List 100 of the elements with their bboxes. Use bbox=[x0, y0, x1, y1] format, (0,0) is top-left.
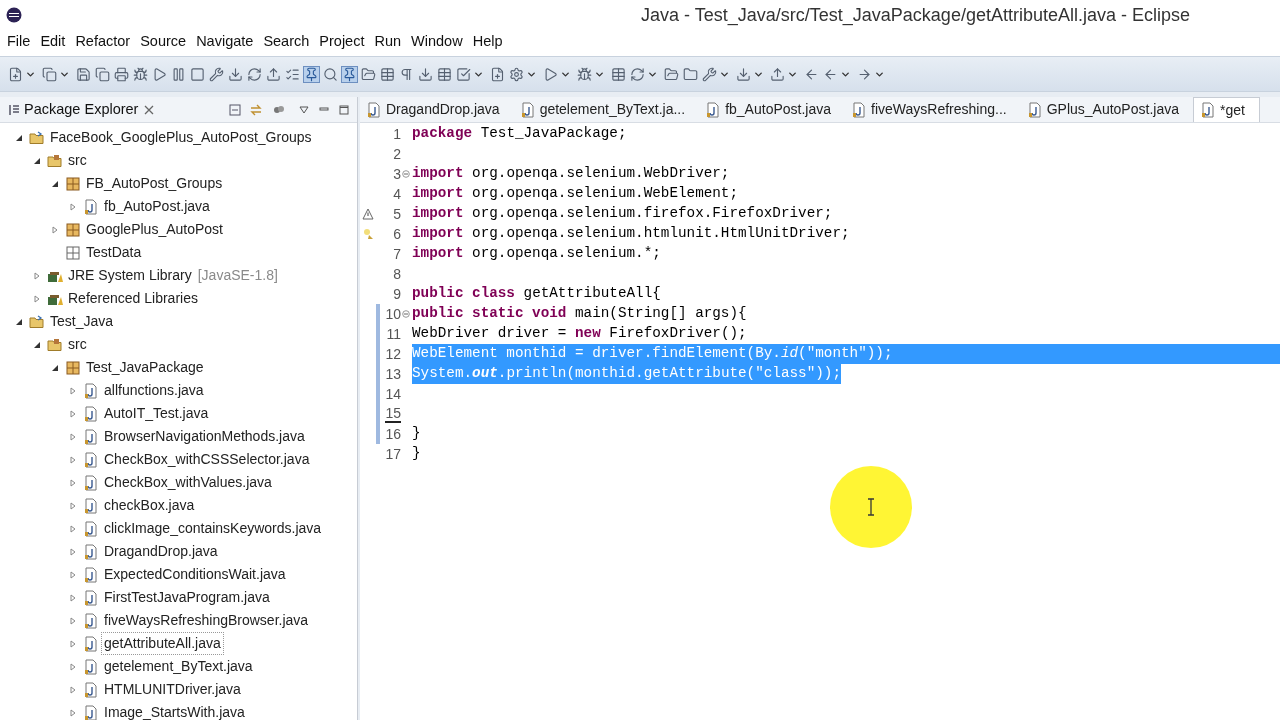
pause-icon[interactable] bbox=[171, 66, 186, 82]
collapsed-arrow-icon[interactable] bbox=[69, 639, 77, 648]
collapsed-arrow-icon[interactable] bbox=[69, 386, 77, 395]
menu-item[interactable]: Project bbox=[314, 31, 370, 53]
copy-icon[interactable] bbox=[95, 66, 110, 82]
menu-item[interactable]: Search bbox=[258, 31, 315, 53]
editor-tab[interactable]: DragandDrop.java bbox=[360, 97, 514, 122]
collapse-all-icon[interactable] bbox=[229, 103, 241, 116]
grid-icon[interactable] bbox=[611, 66, 626, 82]
expanded-arrow-icon[interactable] bbox=[33, 156, 41, 165]
refresh-icon[interactable] bbox=[247, 66, 262, 82]
link-arrows-icon[interactable] bbox=[249, 103, 263, 116]
pin-icon[interactable] bbox=[304, 66, 319, 82]
editor-tab[interactable]: fiveWaysRefreshing... bbox=[845, 97, 1021, 122]
tree-item[interactable]: FB_AutoPost_Groups bbox=[84, 173, 225, 194]
forward-icon[interactable] bbox=[857, 66, 872, 82]
tree-item[interactable]: src bbox=[66, 150, 89, 171]
print-icon[interactable] bbox=[114, 66, 129, 82]
collapsed-arrow-icon[interactable] bbox=[69, 524, 77, 533]
expanded-arrow-icon[interactable] bbox=[15, 317, 23, 326]
run-icon[interactable] bbox=[543, 66, 558, 82]
folder-icon[interactable] bbox=[683, 66, 698, 82]
view-menu-icon[interactable] bbox=[299, 105, 309, 114]
menu-item[interactable]: Source bbox=[135, 31, 192, 53]
refresh-icon[interactable] bbox=[630, 66, 645, 82]
tree-item[interactable]: fiveWaysRefreshingBrowser.java bbox=[102, 610, 311, 631]
settings-icon[interactable] bbox=[509, 66, 524, 82]
checkbox-icon[interactable] bbox=[456, 66, 471, 82]
tree-item[interactable]: AutoIT_Test.java bbox=[102, 403, 211, 424]
download-icon[interactable] bbox=[418, 66, 433, 82]
editor-tab[interactable]: GPlus_AutoPost.java bbox=[1020, 97, 1193, 122]
down-icon[interactable] bbox=[736, 66, 751, 82]
collapsed-arrow-icon[interactable] bbox=[33, 271, 41, 280]
menu-item[interactable]: Refactor bbox=[70, 31, 136, 53]
collapsed-arrow-icon[interactable] bbox=[69, 409, 77, 418]
editor-tab[interactable]: getelement_ByText.ja... bbox=[513, 97, 700, 122]
collapsed-arrow-icon[interactable] bbox=[69, 202, 77, 211]
tree-item[interactable]: ExpectedConditionsWait.java bbox=[102, 564, 288, 585]
tree-item[interactable]: Referenced Libraries bbox=[66, 288, 200, 309]
tree-item[interactable]: Test_JavaPackage bbox=[84, 357, 206, 378]
tree-item[interactable]: checkBox.java bbox=[102, 495, 197, 516]
tree-item[interactable]: HTMLUNITDriver.java bbox=[102, 679, 243, 700]
collapsed-arrow-icon[interactable] bbox=[69, 708, 77, 717]
table-icon[interactable] bbox=[380, 66, 395, 82]
tree-item[interactable]: fb_AutoPost.java bbox=[102, 196, 212, 217]
menu-item[interactable]: Run bbox=[369, 31, 407, 53]
save-icon[interactable] bbox=[76, 66, 91, 82]
tree-item[interactable]: allfunctions.java bbox=[102, 380, 206, 401]
back-icon[interactable] bbox=[823, 66, 838, 82]
tree-item[interactable]: FirstTestJavaProgram.java bbox=[102, 587, 272, 608]
editor-tab[interactable]: fb_AutoPost.java bbox=[699, 97, 845, 122]
expanded-arrow-icon[interactable] bbox=[51, 179, 59, 188]
table-icon[interactable] bbox=[437, 66, 452, 82]
collapsed-arrow-icon[interactable] bbox=[69, 501, 77, 510]
debug-icon[interactable] bbox=[577, 66, 592, 82]
tree-item[interactable]: CheckBox_withCSSSelector.java bbox=[102, 449, 312, 470]
tree-item[interactable]: CheckBox_withValues.java bbox=[102, 472, 274, 493]
back-icon[interactable] bbox=[804, 66, 819, 82]
collapsed-arrow-icon[interactable] bbox=[69, 478, 77, 487]
filters-icon[interactable] bbox=[273, 103, 285, 116]
menu-item[interactable]: Edit bbox=[35, 31, 71, 53]
collapsed-arrow-icon[interactable] bbox=[69, 593, 77, 602]
tree-item[interactable]: clickImage_containsKeywords.java bbox=[102, 518, 324, 539]
collapsed-arrow-icon[interactable] bbox=[69, 570, 77, 579]
tree-item[interactable]: FaceBook_GooglePlus_AutoPost_Groups bbox=[48, 127, 314, 148]
stop-icon[interactable] bbox=[190, 66, 205, 82]
folder-icon[interactable] bbox=[361, 66, 376, 82]
tree-item[interactable]: DragandDrop.java bbox=[102, 541, 220, 562]
folder-icon[interactable] bbox=[664, 66, 679, 82]
new-file-icon[interactable] bbox=[8, 66, 23, 82]
collapsed-arrow-icon[interactable] bbox=[69, 662, 77, 671]
collapsed-arrow-icon[interactable] bbox=[69, 455, 77, 464]
new-file-icon[interactable] bbox=[490, 66, 505, 82]
collapsed-arrow-icon[interactable] bbox=[51, 225, 59, 234]
editor-tab[interactable]: *get bbox=[1192, 97, 1260, 122]
tree-item[interactable]: TestData bbox=[84, 242, 144, 263]
expanded-arrow-icon[interactable] bbox=[51, 363, 59, 372]
wrench-icon[interactable] bbox=[702, 66, 717, 82]
pilcrow-icon[interactable] bbox=[399, 66, 414, 82]
tree-item[interactable]: Image_StartsWith.java bbox=[102, 702, 247, 720]
collapsed-arrow-icon[interactable] bbox=[69, 685, 77, 694]
maximize-icon[interactable] bbox=[339, 104, 349, 115]
tree-item[interactable]: BrowserNavigationMethods.java bbox=[102, 426, 307, 447]
tree-item[interactable]: getelement_ByText.java bbox=[102, 656, 255, 677]
list-icon[interactable] bbox=[285, 66, 300, 82]
play-icon[interactable] bbox=[152, 66, 167, 82]
expanded-arrow-icon[interactable] bbox=[15, 133, 23, 142]
tree-item[interactable]: JRE System Library bbox=[66, 265, 194, 286]
pin-icon[interactable] bbox=[342, 66, 357, 82]
tree-item[interactable]: Test_Java bbox=[48, 311, 116, 332]
bug-icon[interactable] bbox=[133, 66, 148, 82]
menu-item[interactable]: Window bbox=[406, 31, 468, 53]
tree-item[interactable]: src bbox=[66, 334, 89, 355]
expanded-arrow-icon[interactable] bbox=[33, 340, 41, 349]
tree-item[interactable]: getAttributeAll.java bbox=[102, 633, 223, 654]
tree-item[interactable]: GooglePlus_AutoPost bbox=[84, 219, 225, 240]
menu-item[interactable]: File bbox=[2, 31, 36, 53]
collapsed-arrow-icon[interactable] bbox=[33, 294, 41, 303]
close-icon[interactable] bbox=[144, 104, 155, 115]
menu-item[interactable]: Navigate bbox=[191, 31, 259, 53]
